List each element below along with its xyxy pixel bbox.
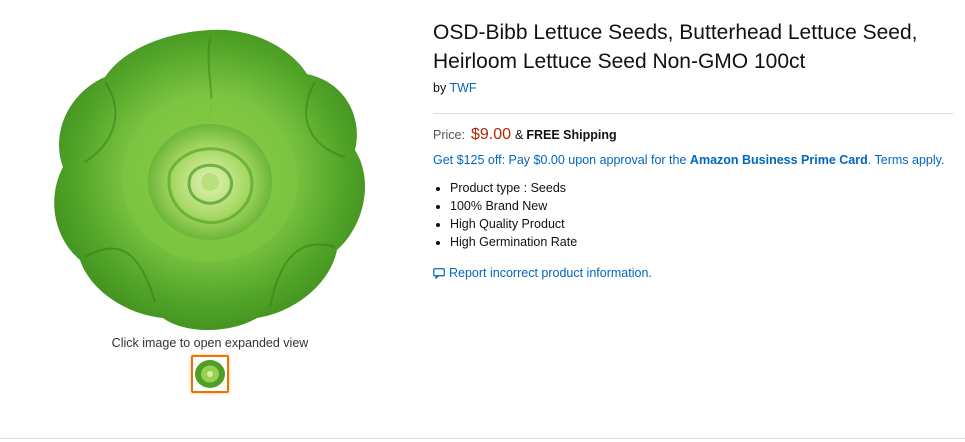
image-gallery: Click image to open expanded view (0, 0, 420, 410)
free-shipping-text: FREE Shipping (526, 128, 617, 142)
price-row: Price: $9.00 & FREE Shipping (433, 126, 953, 144)
bottom-divider (0, 438, 965, 439)
product-info: OSD-Bibb Lettuce Seeds, Butterhead Lettu… (433, 18, 953, 280)
thumbnail-image[interactable] (191, 355, 229, 393)
feature-bullets: Product type : Seeds 100% Brand New High… (433, 179, 953, 251)
shipping-ampersand: & (515, 128, 524, 142)
brand-link[interactable]: TWF (449, 81, 476, 95)
main-product-image[interactable] (45, 22, 375, 334)
promo-text: Get $125 off: Pay $0.00 upon approval fo… (433, 153, 687, 167)
promo-terms: . Terms apply. (867, 153, 945, 167)
divider (433, 113, 953, 114)
promo-offer[interactable]: Get $125 off: Pay $0.00 upon approval fo… (433, 153, 953, 167)
feature-item: High Quality Product (450, 215, 953, 233)
expand-image-hint: Click image to open expanded view (111, 336, 309, 350)
feature-item: Product type : Seeds (450, 179, 953, 197)
price-value: $9.00 (470, 126, 511, 143)
report-incorrect-info-link[interactable]: Report incorrect product information. (433, 266, 953, 280)
feature-item: 100% Brand New (450, 197, 953, 215)
feature-item: High Germination Rate (450, 233, 953, 251)
promo-card-name: Amazon Business Prime Card (689, 153, 868, 167)
product-title: OSD-Bibb Lettuce Seeds, Butterhead Lettu… (433, 21, 918, 73)
lettuce-thumbnail-icon (193, 357, 227, 391)
price-label: Price: (433, 128, 465, 142)
byline-prefix: by (433, 81, 447, 95)
byline: by TWF (433, 81, 953, 95)
speech-bubble-icon (433, 267, 445, 279)
report-link-text: Report incorrect product information. (449, 266, 652, 280)
lettuce-image (54, 29, 366, 330)
